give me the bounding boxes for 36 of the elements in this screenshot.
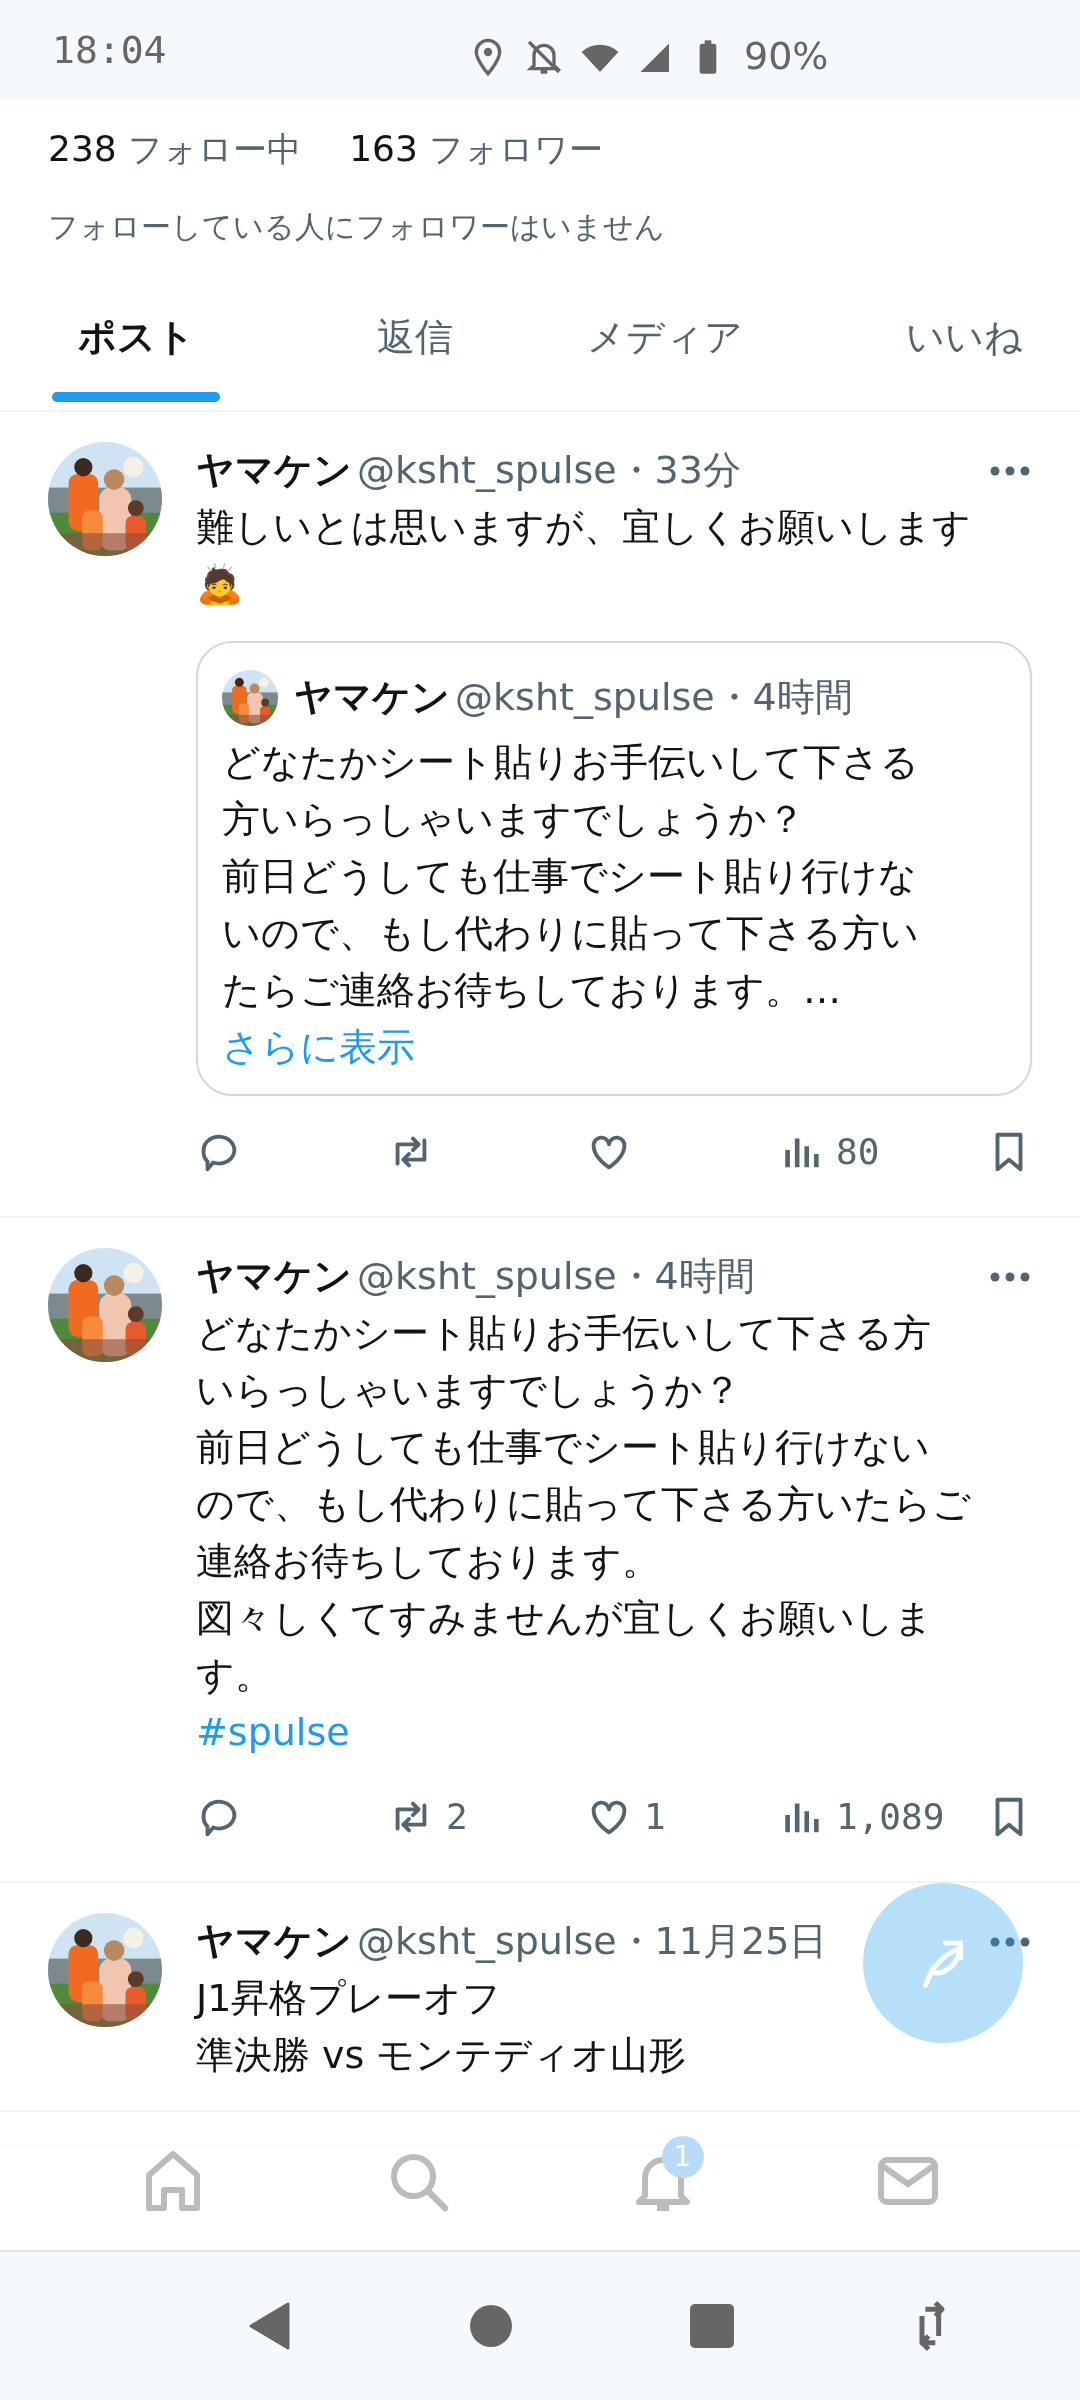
quoted-text: どなたかシート貼りお手伝いして下さる 方いらっしゃいますでしょうか？ 前日どうしても仕事でシート貼り行けな いので、もし代わりに貼って下さる方い たらご連絡お待ちしております。…	[222, 739, 920, 1014]
back-icon	[248, 2301, 293, 2351]
recents-button[interactable]	[689, 2303, 736, 2349]
clock-time: 18:04	[52, 26, 167, 74]
views-button[interactable]: 80	[778, 1125, 880, 1179]
follow-stat-link[interactable]: 238 フォロー中	[48, 122, 302, 176]
like-button[interactable]: 1	[586, 1790, 666, 1844]
battery-percent: 90%	[744, 33, 829, 80]
views-button[interactable]: 1,089	[778, 1790, 945, 1844]
notification-count: 1	[661, 2136, 704, 2178]
author-name: ヤマケン	[196, 1919, 352, 1963]
more-icon	[988, 464, 1032, 478]
home-button[interactable]	[468, 2304, 513, 2348]
repost-button[interactable]: 2	[388, 1790, 468, 1844]
post-meta: @ksht_spulse・4時間	[455, 675, 853, 719]
profile-tab[interactable]: メディア	[580, 309, 749, 410]
post-meta: @ksht_spulse・11月25日	[357, 1919, 828, 1963]
more-icon	[988, 1270, 1032, 1284]
post-text: どなたかシート貼りお手伝いして下さる方 いらっしゃいますでしょうか？ 前日どうしても仕事でシート貼り行けない ので、もし代わりに貼って下さる方いたらご 連絡お待ちしております。 図々しくてすみませんが宜しくお願いしま す。	[196, 1310, 972, 1699]
post-text: 難しいとは思いますが、宜しくお願いします 🙇	[196, 504, 972, 608]
author-name: ヤマケン	[196, 448, 352, 492]
profile-tab[interactable]: いいね	[880, 309, 1049, 410]
post-text: J1昇格プレーオフ 準決勝 vs モンテディオ山形	[196, 1975, 688, 2079]
quoted-post-card[interactable]: ヤマケン@ksht_spulse・4時間 どなたかシート貼りお手伝いして下さる 方いらっしゃいますでしょうか？ 前日どうしても仕事でシート貼り行けな いので、もし代わりに貼って下さる方い たらご連絡お待ちしております。… さらに表示	[196, 641, 1032, 1096]
home-circle-icon	[468, 2304, 513, 2348]
post-meta: @ksht_spulse・33分	[357, 448, 741, 492]
profile-tab[interactable]: ポスト	[52, 309, 220, 410]
post-meta: @ksht_spulse・4時間	[357, 1254, 755, 1298]
follow-stat-link[interactable]: 163 フォロワー	[349, 122, 604, 176]
back-button[interactable]	[248, 2301, 293, 2351]
recents-icon	[689, 2303, 736, 2349]
author-name: ヤマケン	[294, 675, 450, 719]
more-icon	[988, 1935, 1032, 1949]
profile-tab[interactable]: 返信	[331, 309, 500, 410]
followers-note: フォローしている人にフォロワーはいません	[48, 209, 665, 244]
author-name: ヤマケン	[196, 1254, 352, 1298]
